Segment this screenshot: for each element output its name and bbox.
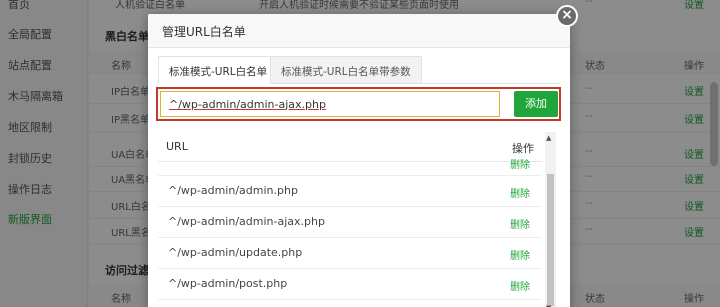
modal-title: 管理URL白名单 (148, 14, 570, 48)
tab-standard-url-whitelist[interactable]: 标准模式-URL白名单 (158, 56, 279, 84)
modal-tabs: 标准模式-URL白名单 标准模式-URL白名单带参数 (158, 56, 560, 84)
url-table: URL 操作 删除 ^/wp-admin/admin.php 删除 ^/wp-a… (158, 132, 556, 307)
table-row: ^/wp-admin/admin.php 删除 (158, 176, 542, 207)
col-header-url: URL (166, 140, 188, 153)
col-header-op: 操作 (512, 142, 534, 155)
row-url: ^/wp-admin/admin.php (168, 184, 298, 197)
tab-standard-url-whitelist-params[interactable]: 标准模式-URL白名单带参数 (270, 56, 422, 84)
scroll-up-icon[interactable]: ▲ (546, 134, 551, 142)
input-highlight-box: 添加 (156, 87, 561, 121)
delete-link[interactable]: 删除 (510, 156, 530, 171)
row-url: ^/wp-admin/update.php (168, 246, 303, 259)
row-url: ^/wp-admin/admin-ajax.php (168, 215, 325, 228)
add-button[interactable]: 添加 (514, 91, 558, 117)
delete-link[interactable]: 删除 (510, 278, 530, 293)
table-row: 删除 (158, 160, 542, 176)
table-scrollbar[interactable]: ▲ ▼ (545, 132, 556, 307)
delete-link[interactable]: 删除 (510, 185, 530, 200)
close-icon[interactable]: × (556, 5, 578, 27)
delete-link[interactable]: 删除 (510, 216, 530, 231)
url-whitelist-modal: 管理URL白名单 标准模式-URL白名单 标准模式-URL白名单带参数 添加 U… (148, 14, 570, 307)
delete-link[interactable]: 删除 (510, 247, 530, 262)
table-row: ^/wp-admin/post.php 删除 (158, 269, 542, 300)
table-row: ^/wp-admin/admin-ajax.php 删除 (158, 207, 542, 238)
table-row: ^/wp-admin/update.php 删除 (158, 238, 542, 269)
url-input[interactable] (160, 91, 500, 117)
url-table-header: URL 操作 (158, 132, 542, 162)
row-url: ^/wp-admin/post.php (168, 277, 288, 290)
scrollbar-thumb[interactable] (547, 174, 554, 306)
